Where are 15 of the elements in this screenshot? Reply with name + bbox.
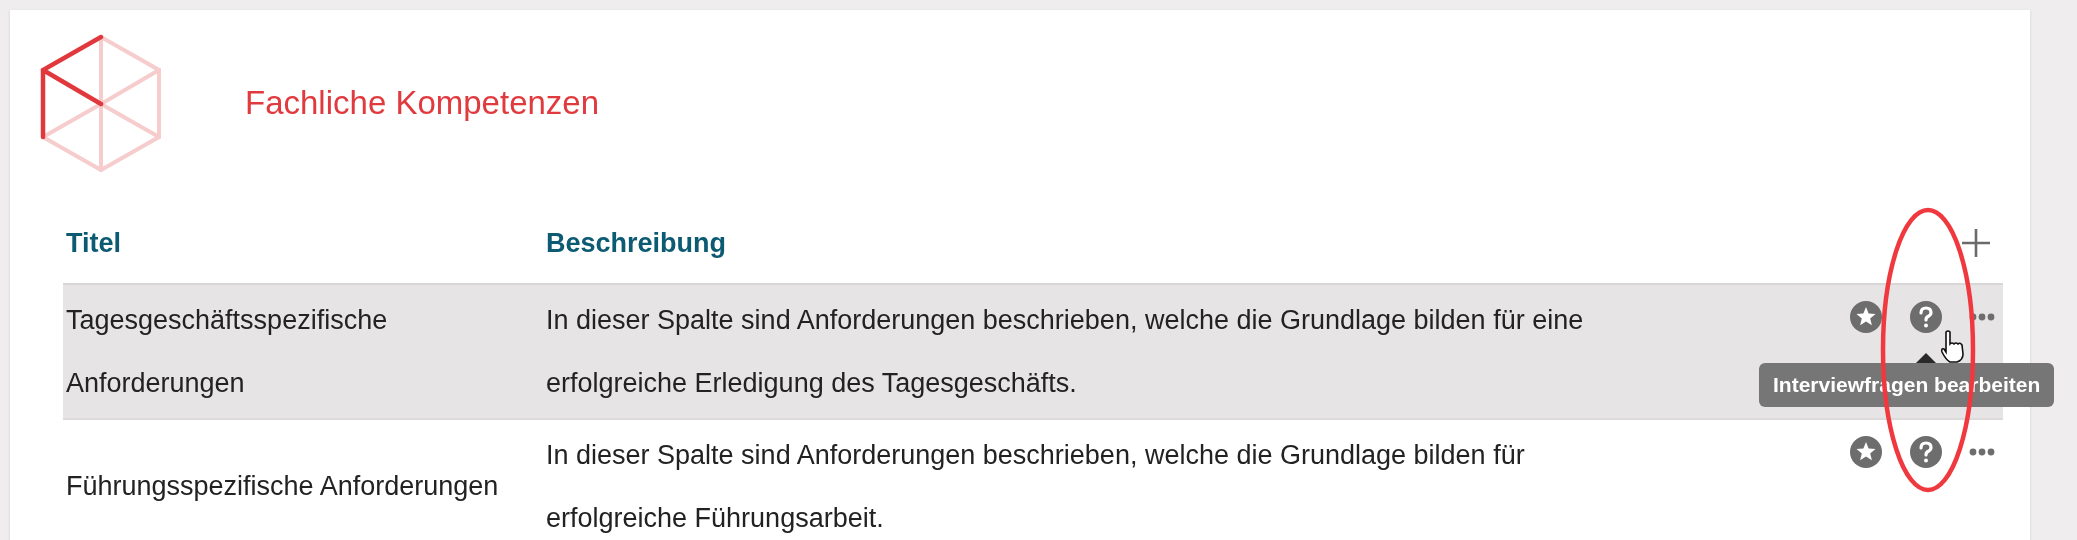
column-header: Titel <box>65 227 122 259</box>
hexagon-logo-icon <box>40 34 162 172</box>
table-row[interactable]: Führungsspezifische Anforderungen In dieser Spalte sind Anforderungen beschrieben, welche die Grundlage bilden für erfolgreiche Führungsarbeit. <box>63 420 2003 540</box>
description-cell-text: In dieser Spalte sind Anforderungen beschrieben, welche die Grundlage bilden für eine erfolgreiche Erledigung des Tagesgeschäfts. <box>545 303 1585 400</box>
column-header: Beschreibung <box>545 227 728 259</box>
title-cell-text: Führungsspezifische Anforderungen <box>65 470 500 503</box>
help-icon[interactable] <box>1909 435 1943 469</box>
tooltip-arrow-icon <box>1916 353 1936 363</box>
help-icon[interactable] <box>1909 300 1943 334</box>
description-cell-text: In dieser Spalte sind Anforderungen beschrieben, welche die Grundlage bilden für erfolgreiche Führungsarbeit. <box>545 438 1526 535</box>
more-icon[interactable] <box>1969 448 1995 456</box>
hand-cursor-icon <box>1939 330 1965 364</box>
section-title: Fachliche Kompetenzen <box>245 84 600 122</box>
title-cell-text: Tagesgeschäftsspezifische Anforderungen <box>65 303 389 400</box>
add-icon[interactable] <box>1961 228 1991 258</box>
